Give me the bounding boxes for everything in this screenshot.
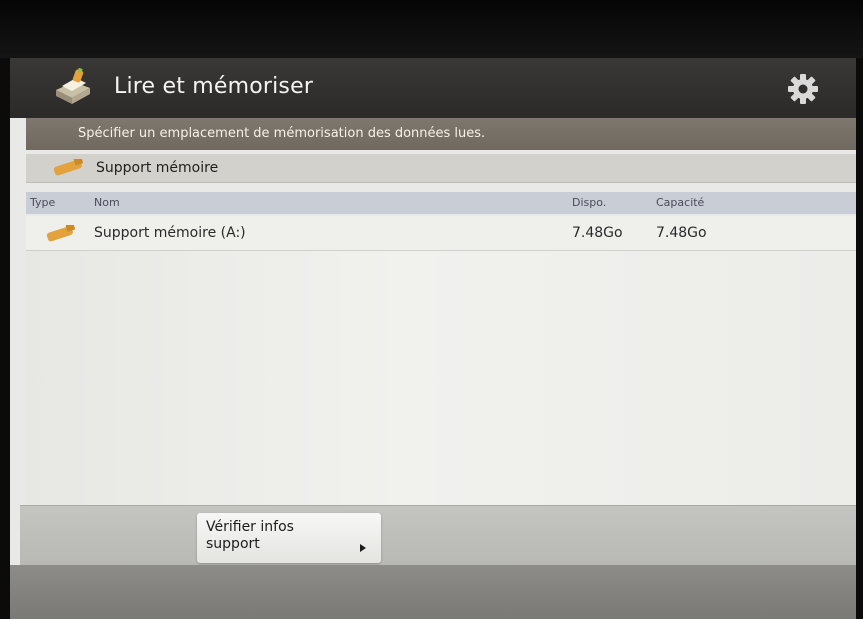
footer-bar: Vérifier infos support bbox=[20, 505, 856, 566]
check-media-info-label: Vérifier infos support bbox=[206, 519, 294, 552]
triangle-right-icon bbox=[360, 544, 366, 552]
usb-stick-icon bbox=[53, 159, 83, 176]
column-capacity: Capacité bbox=[656, 196, 705, 209]
instruction-bar: Spécifier un emplacement de mémorisation… bbox=[26, 118, 856, 150]
table-header: Type Nom Dispo. Capacité bbox=[26, 192, 856, 214]
usb-stick-icon bbox=[46, 225, 76, 242]
storage-type-section: Support mémoire bbox=[26, 154, 856, 183]
touch-screen: Lire et mémoriser Spécifier un emplaceme… bbox=[10, 58, 856, 619]
check-media-info-button[interactable]: Vérifier infos support bbox=[197, 513, 381, 563]
bottom-status-bar bbox=[10, 565, 856, 619]
column-name: Nom bbox=[94, 196, 120, 209]
list-empty-area bbox=[26, 251, 856, 505]
scan-and-store-icon bbox=[56, 68, 90, 104]
section-label: Support mémoire bbox=[96, 160, 219, 176]
device-bezel bbox=[0, 0, 863, 58]
gear-icon[interactable] bbox=[786, 72, 820, 106]
page-title: Lire et mémoriser bbox=[114, 74, 314, 99]
column-type: Type bbox=[30, 196, 56, 209]
table-row[interactable]: Support mémoire (A:) 7.48Go 7.48Go bbox=[26, 216, 856, 251]
instruction-text: Spécifier un emplacement de mémorisation… bbox=[78, 126, 486, 141]
app-header: Lire et mémoriser bbox=[10, 58, 856, 118]
row-available: 7.48Go bbox=[572, 225, 623, 241]
row-name: Support mémoire (A:) bbox=[94, 225, 246, 241]
row-capacity: 7.48Go bbox=[656, 225, 707, 241]
column-available: Dispo. bbox=[572, 196, 607, 209]
